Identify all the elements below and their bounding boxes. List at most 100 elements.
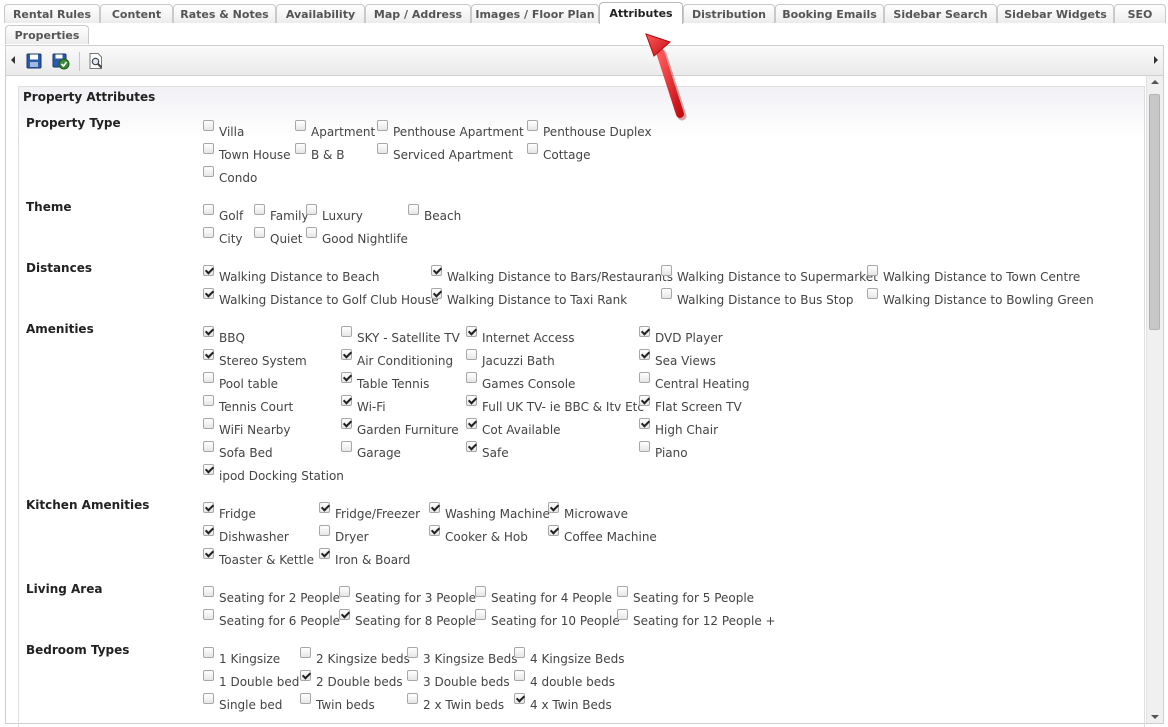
checkbox-unchecked[interactable] (639, 372, 650, 383)
save-icon[interactable] (25, 52, 43, 70)
checkbox-checked[interactable] (203, 548, 214, 559)
checkbox-checked[interactable] (548, 502, 559, 513)
tab-distribution[interactable]: Distribution (683, 4, 775, 23)
toolbar-scroll-left-icon[interactable] (11, 56, 15, 64)
checkbox-unchecked[interactable] (527, 120, 538, 131)
checkbox-unchecked[interactable] (203, 166, 214, 177)
checkbox-checked[interactable] (203, 525, 214, 536)
checkbox-unchecked[interactable] (203, 609, 214, 620)
checkbox-checked[interactable] (341, 418, 352, 429)
checkbox-checked[interactable] (203, 464, 214, 475)
checkbox-unchecked[interactable] (617, 609, 628, 620)
checkbox-checked[interactable] (341, 349, 352, 360)
checkbox-checked[interactable] (341, 372, 352, 383)
checkbox-checked[interactable] (319, 548, 330, 559)
checkbox-checked[interactable] (319, 502, 330, 513)
checkbox-unchecked[interactable] (407, 670, 418, 681)
tab-sidebar-search[interactable]: Sidebar Search (884, 4, 997, 23)
checkbox-unchecked[interactable] (639, 441, 650, 452)
tab-images-floor-plan[interactable]: Images / Floor Plan (471, 4, 599, 23)
checkbox-checked[interactable] (431, 288, 442, 299)
checkbox-unchecked[interactable] (203, 143, 214, 154)
scroll-down-arrow-icon[interactable] (1151, 715, 1159, 719)
checkbox-unchecked[interactable] (475, 586, 486, 597)
checkbox-checked[interactable] (514, 693, 525, 704)
save-and-close-icon[interactable] (52, 52, 70, 70)
checkbox-checked[interactable] (466, 326, 477, 337)
checkbox-unchecked[interactable] (295, 143, 306, 154)
tab-properties[interactable]: Properties (5, 25, 89, 44)
checkbox-unchecked[interactable] (377, 120, 388, 131)
vertical-scrollbar[interactable] (1146, 76, 1163, 723)
checkbox-checked[interactable] (639, 326, 650, 337)
checkbox-unchecked[interactable] (203, 693, 214, 704)
checkbox-unchecked[interactable] (203, 647, 214, 658)
checkbox-unchecked[interactable] (527, 143, 538, 154)
checkbox-unchecked[interactable] (514, 670, 525, 681)
checkbox-unchecked[interactable] (661, 288, 672, 299)
checkbox-unchecked[interactable] (377, 143, 388, 154)
checkbox-unchecked[interactable] (203, 441, 214, 452)
checkbox-checked[interactable] (339, 609, 350, 620)
checkbox-unchecked[interactable] (254, 227, 265, 238)
tab-availability[interactable]: Availability (276, 4, 365, 23)
checkbox-unchecked[interactable] (341, 326, 352, 337)
checkbox-unchecked[interactable] (407, 693, 418, 704)
checkbox-unchecked[interactable] (203, 227, 214, 238)
checkbox-checked[interactable] (203, 502, 214, 513)
checkbox-checked[interactable] (203, 288, 214, 299)
checkbox-unchecked[interactable] (203, 204, 214, 215)
checkbox-checked[interactable] (203, 326, 214, 337)
checkbox-unchecked[interactable] (339, 586, 350, 597)
checkbox-checked[interactable] (466, 395, 477, 406)
checkbox-checked[interactable] (203, 265, 214, 276)
scrollbar-thumb[interactable] (1149, 94, 1160, 330)
scroll-up-arrow-icon[interactable] (1151, 80, 1159, 84)
tab-rental-rules[interactable]: Rental Rules (4, 4, 100, 23)
checkbox-unchecked[interactable] (407, 647, 418, 658)
checkbox-unchecked[interactable] (408, 204, 419, 215)
checkbox-unchecked[interactable] (306, 204, 317, 215)
tab-attributes[interactable]: Attributes (599, 2, 683, 24)
checkbox-unchecked[interactable] (341, 441, 352, 452)
checkbox-unchecked[interactable] (203, 395, 214, 406)
checkbox-unchecked[interactable] (617, 586, 628, 597)
tab-seo[interactable]: SEO (1114, 4, 1166, 23)
checkbox-unchecked[interactable] (203, 120, 214, 131)
checkbox-unchecked[interactable] (203, 418, 214, 429)
checkbox-checked[interactable] (466, 441, 477, 452)
checkbox-checked[interactable] (639, 418, 650, 429)
toolbar-scroll-right-icon[interactable] (1154, 56, 1158, 64)
checkbox-checked[interactable] (341, 395, 352, 406)
checkbox-unchecked[interactable] (203, 372, 214, 383)
checkbox-checked[interactable] (203, 349, 214, 360)
checkbox-unchecked[interactable] (661, 265, 672, 276)
checkbox-checked[interactable] (639, 395, 650, 406)
checkbox-unchecked[interactable] (466, 349, 477, 360)
checkbox-unchecked[interactable] (254, 204, 265, 215)
checkbox-unchecked[interactable] (475, 609, 486, 620)
checkbox-unchecked[interactable] (295, 120, 306, 131)
checkbox-unchecked[interactable] (514, 647, 525, 658)
checkbox-checked[interactable] (429, 502, 440, 513)
checkbox-checked[interactable] (429, 525, 440, 536)
checkbox-unchecked[interactable] (867, 288, 878, 299)
checkbox-checked[interactable] (300, 670, 311, 681)
checkbox-unchecked[interactable] (300, 647, 311, 658)
tab-content[interactable]: Content (100, 4, 173, 23)
tab-rates-notes[interactable]: Rates & Notes (173, 4, 276, 23)
checkbox-checked[interactable] (548, 525, 559, 536)
checkbox-unchecked[interactable] (306, 227, 317, 238)
checkbox-unchecked[interactable] (867, 265, 878, 276)
checkbox-unchecked[interactable] (203, 586, 214, 597)
checkbox-checked[interactable] (639, 349, 650, 360)
tab-booking-emails[interactable]: Booking Emails (775, 4, 884, 23)
checkbox-unchecked[interactable] (203, 670, 214, 681)
checkbox-unchecked[interactable] (319, 525, 330, 536)
checkbox-checked[interactable] (466, 418, 477, 429)
checkbox-checked[interactable] (431, 265, 442, 276)
preview-icon[interactable] (87, 52, 105, 70)
tab-map-address[interactable]: Map / Address (365, 4, 471, 23)
checkbox-unchecked[interactable] (466, 372, 477, 383)
checkbox-unchecked[interactable] (300, 693, 311, 704)
